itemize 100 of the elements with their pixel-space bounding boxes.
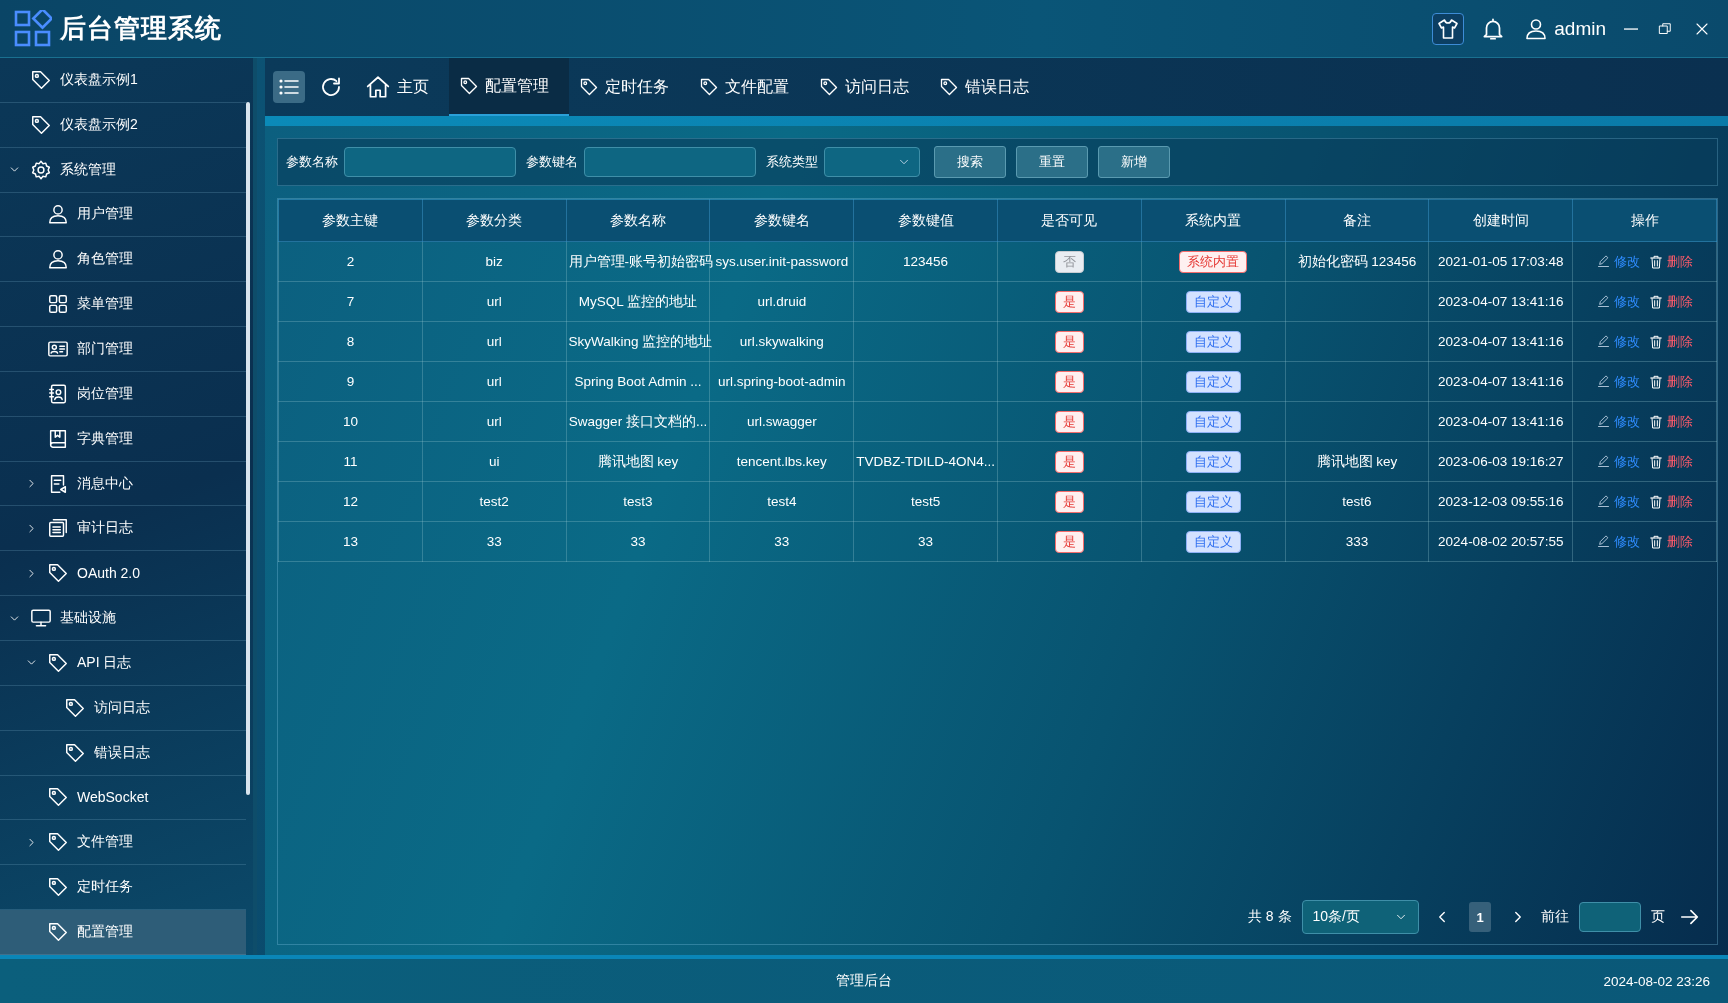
pencil-icon [1596,294,1612,309]
trash-icon [1648,453,1665,470]
menu-button[interactable] [273,71,305,103]
table-cell: test3 [566,481,710,522]
monitor-icon [30,607,52,630]
table-cell: ui [422,441,567,482]
tab[interactable]: 配置管理 [449,58,569,116]
tab[interactable]: 访问日志 [809,58,929,116]
sidebar-item[interactable]: 配置管理 [0,910,246,955]
table-cell: SkyWalking 监控的地址 [566,321,710,362]
table-cell: 2023-04-07 13:41:16 [1428,321,1573,362]
table-cell: 腾讯地图 key [566,441,710,482]
column-header: 操作 [1572,199,1717,242]
edit-link[interactable]: 修改 [1596,372,1641,391]
delete-link[interactable]: 删除 [1648,372,1694,391]
form-button[interactable]: 重置 [1016,146,1088,178]
trash-icon [1648,533,1665,550]
sidebar-item[interactable]: 文件管理 [0,820,246,866]
page-size-select[interactable]: 10条/页 [1301,900,1419,934]
page-input[interactable] [1579,902,1641,932]
table-cell: url.spring-boot-admin [709,361,854,402]
delete-link[interactable]: 删除 [1648,332,1694,351]
user-icon [47,248,69,271]
table-cell: Spring Boot Admin ... [566,361,710,402]
tag-icon [699,77,719,97]
footer-text: 管理后台 [836,972,892,990]
table-cell: 腾讯地图 key [1285,441,1429,482]
field-label: 系统类型 [766,153,818,171]
select-field[interactable] [824,147,920,177]
user-icon [47,203,69,226]
table-cell: url.druid [709,281,854,322]
status-tag: 自定义 [1185,370,1241,393]
total-count: 共 8 条 [1247,908,1292,926]
delete-link[interactable]: 删除 [1648,492,1694,511]
tab[interactable]: 主页 [355,58,449,116]
footer-datetime: 2024-08-02 23:26 [1603,973,1710,989]
tag-icon [64,696,86,719]
trash-icon [1648,333,1665,350]
sidebar-item[interactable]: WebSocket [0,775,246,821]
table-cell: 33 [709,521,854,562]
tag-icon [939,77,959,97]
sidebar-item[interactable]: 部门管理 [0,327,246,372]
edit-link[interactable]: 修改 [1596,532,1641,551]
trash-icon [1648,293,1665,310]
scrollbar[interactable] [246,102,250,795]
table-cell: 2 [278,241,423,282]
edit-link[interactable]: 修改 [1596,452,1641,471]
input-field[interactable] [584,147,756,177]
minimize-icon [1624,27,1638,30]
table-cell: 2023-06-03 19:16:27 [1428,441,1573,482]
column-header: 参数主键 [278,199,423,242]
table-cell: url [422,321,567,362]
table-cell: url [422,401,567,442]
table-cell: 123456 [853,241,998,282]
table-cell: 12 [278,481,423,522]
page-button[interactable]: 1 [1469,902,1491,932]
tag-icon [47,651,69,674]
tab[interactable]: 定时任务 [569,58,689,116]
tab[interactable]: 文件配置 [689,58,809,116]
app-title: 后台管理系统 [60,12,222,45]
table-cell: 11 [278,441,423,482]
sidebar-item[interactable]: 仪表盘示例1 [0,58,246,103]
table-cell: TVDBZ-TDILD-4ON4... [853,441,998,482]
tag-icon [30,68,52,91]
tag-icon [47,786,69,809]
tag-icon [47,831,69,854]
status-tag: 自定义 [1185,290,1241,313]
theme-button[interactable] [1432,12,1465,45]
table-cell: url [422,281,567,322]
status-tag: 自定义 [1185,530,1241,553]
pencil-icon [1596,254,1612,269]
form-button[interactable]: 搜索 [934,146,1006,178]
delete-link[interactable]: 删除 [1648,412,1694,431]
table-cell: 初始化密码 123456 [1285,241,1429,282]
sidebar-item[interactable]: 基础设施 [0,596,246,641]
delete-link[interactable]: 删除 [1648,532,1694,551]
settings-icon [30,158,52,181]
table-cell: test6 [1285,481,1429,522]
table-cell: 2023-04-07 13:41:16 [1428,401,1573,442]
goto-label: 前往 [1541,908,1569,926]
page-unit-label: 页 [1651,908,1665,926]
tab[interactable]: 错误日志 [929,58,1049,116]
delete-link[interactable]: 删除 [1648,252,1694,271]
form-button[interactable]: 新增 [1098,146,1170,178]
input-field[interactable] [344,147,516,177]
logo-icon [14,9,52,48]
table-cell: 13 [278,521,423,562]
trash-icon [1648,493,1665,510]
table-cell: 2021-01-05 17:03:48 [1428,241,1573,282]
edit-link[interactable]: 修改 [1596,412,1641,431]
status-tag: 自定义 [1185,410,1241,433]
user-menu[interactable]: admin [1522,14,1608,43]
delete-link[interactable]: 删除 [1648,292,1694,311]
table-cell: 2024-08-02 20:57:55 [1428,521,1573,562]
pencil-icon [1596,454,1612,469]
edit-link[interactable]: 修改 [1596,492,1641,511]
column-header: 参数键值 [853,199,998,242]
table-cell: Swagger 接口文档的... [566,401,710,442]
delete-link[interactable]: 删除 [1648,452,1694,471]
table-cell: 33 [422,521,567,562]
